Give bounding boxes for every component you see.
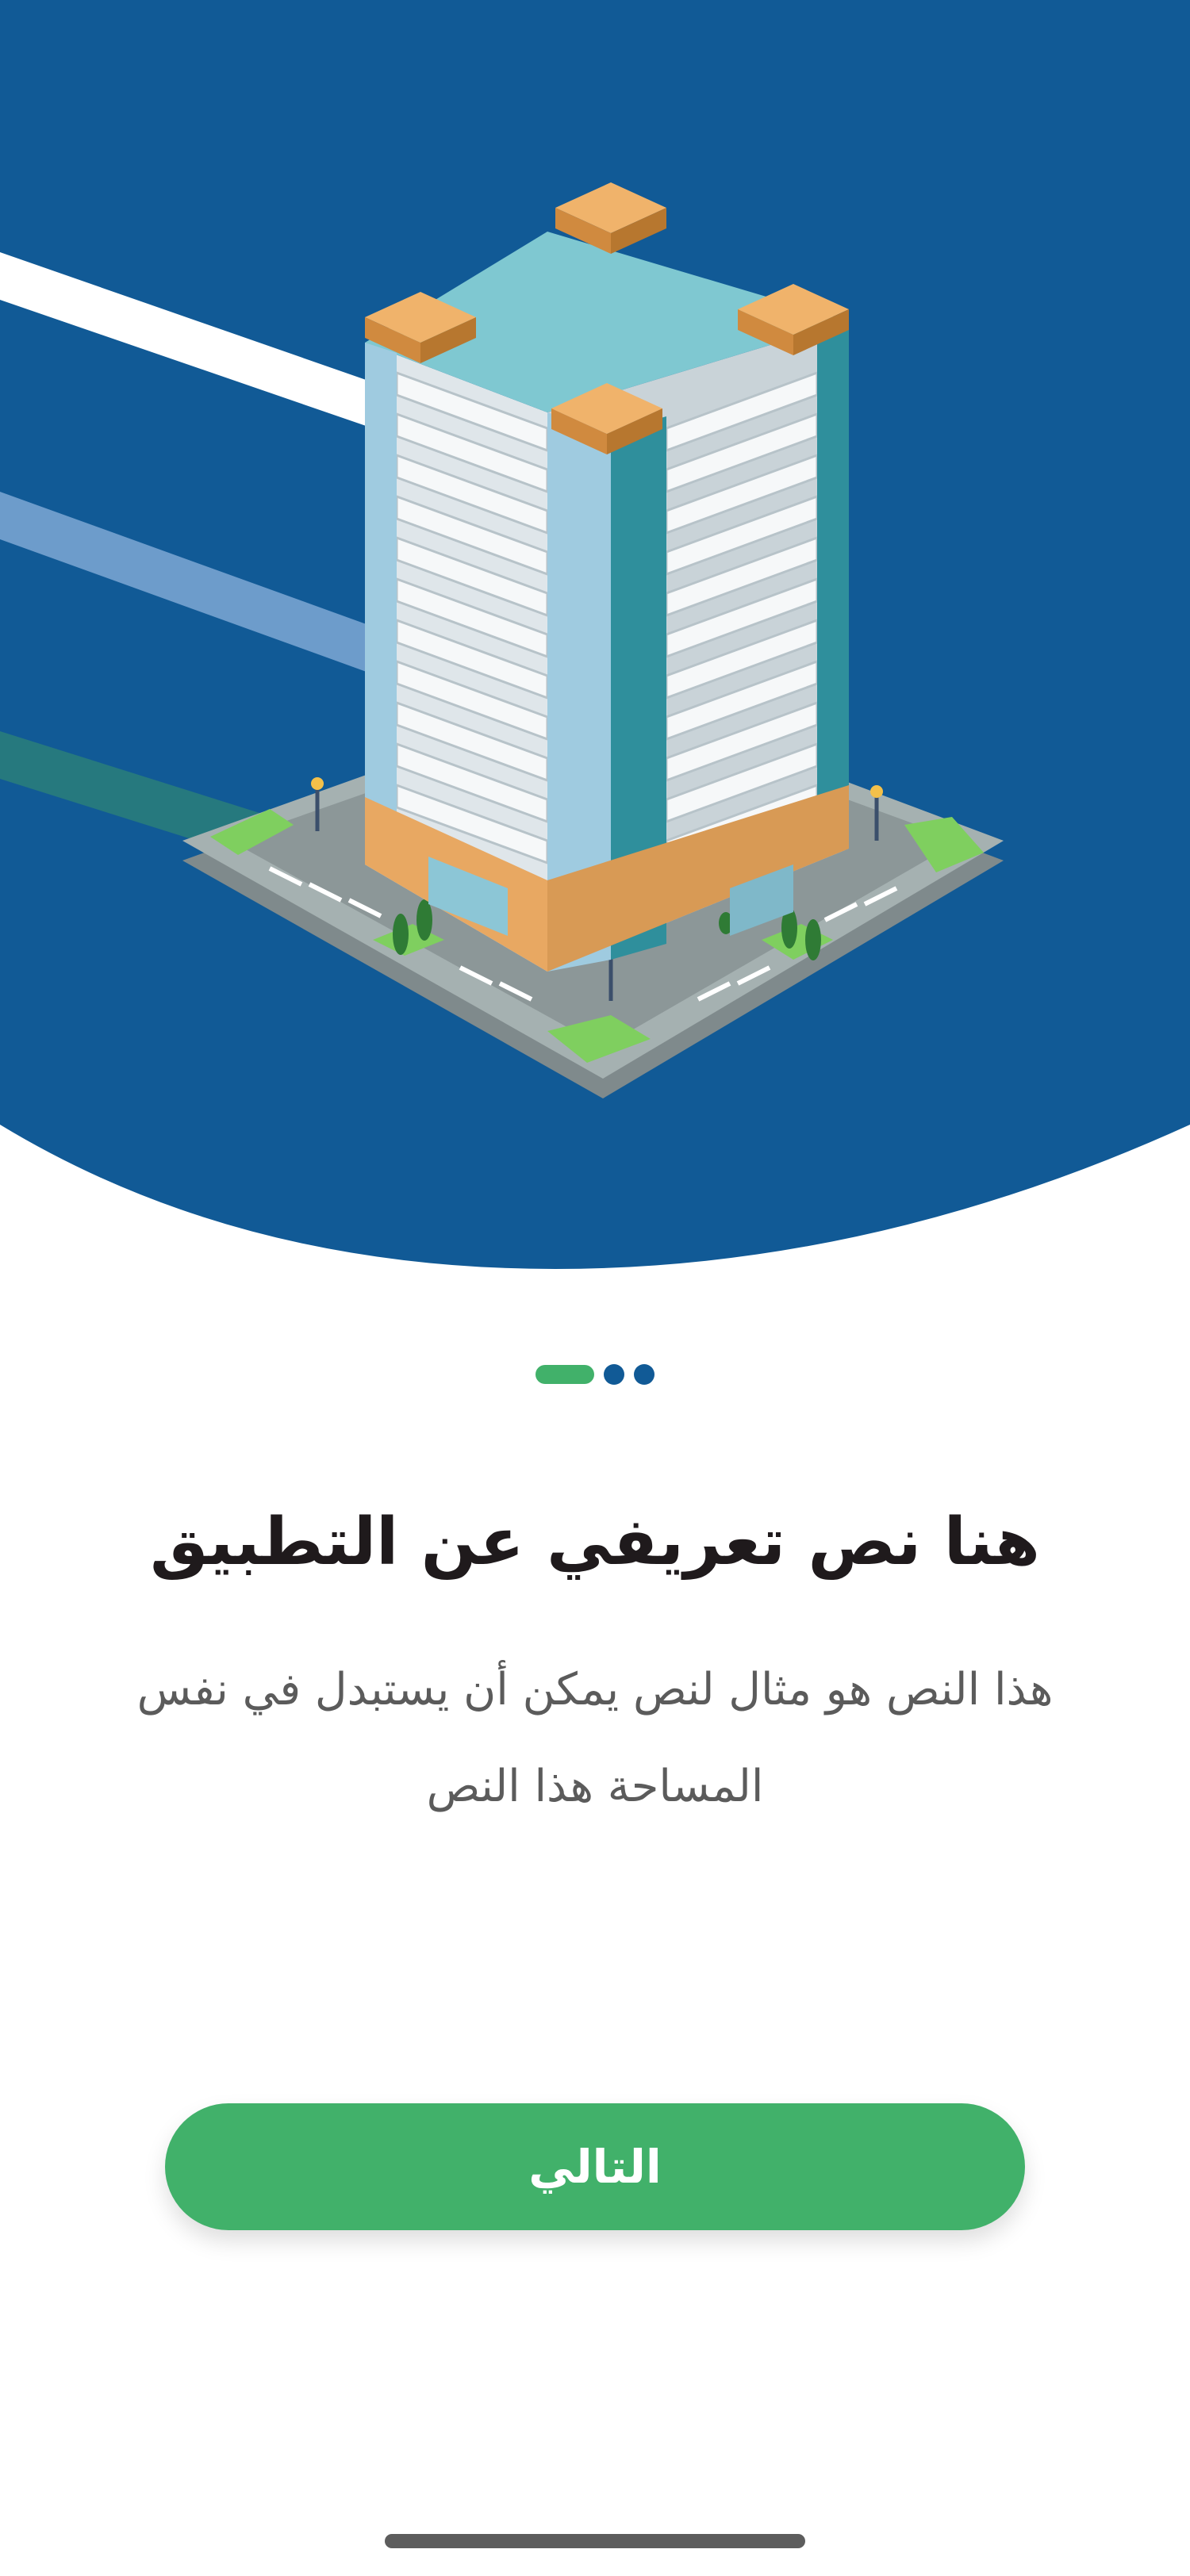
page-indicator [0,1361,1190,1388]
next-button-label: التالي [528,2140,662,2194]
onboarding-title: هنا نص تعريفي عن التطبيق [150,1505,1040,1580]
page-dot[interactable] [634,1364,654,1385]
hero-banner [0,0,1190,1285]
onboarding-description: هذا النص هو مثال لنص يمكن أن يستبدل في ن… [136,1664,1054,1812]
page-dot[interactable] [604,1364,624,1385]
home-indicator[interactable] [385,2534,805,2548]
onboarding-screen: هنا نص تعريفي عن التطبيق هذا النص هو مثا… [0,0,1190,2576]
page-dot-active[interactable] [536,1365,594,1384]
next-button[interactable]: التالي [165,2103,1025,2230]
